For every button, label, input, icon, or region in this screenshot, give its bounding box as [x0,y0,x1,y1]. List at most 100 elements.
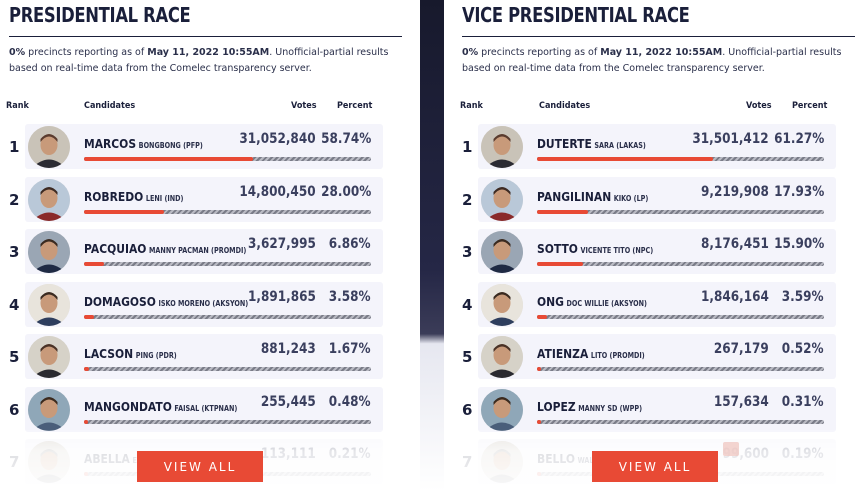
vote-count: 8,176,451 [701,236,769,252]
vote-share-fill [537,419,542,424]
view-all-button[interactable]: VIEW ALL [592,451,718,482]
candidate-last-name: PACQUIAO [84,241,147,256]
portrait-icon [481,231,523,273]
candidate-first-name-party: LITO (PROMDI) [590,351,645,360]
candidate-avatar [481,388,523,431]
portrait-icon [28,283,70,326]
vote-share-bar [84,157,371,161]
candidate-row: 5 LACSON PING (PDR) 881,243 1.67% [0,334,400,384]
candidate-avatar [481,283,523,326]
votes-header: Votes [291,101,317,111]
candidate-name: MARCOS BONGBONG (PFP) [84,133,203,152]
vote-share-fill [537,367,542,371]
candidate-row: 4 DOMAGOSO ISKO MORENO (AKSYON) 1,891,865… [0,281,400,332]
candidate-avatar [481,336,523,378]
vote-percent: 0.52% [782,341,824,357]
vote-share-bar [84,262,371,266]
vote-percent: 3.58% [329,288,371,305]
notice-date: May 11, 2022 10:55AM [147,47,270,58]
candidate-row: 1 DUTERTE SARA (LAKAS) 31,501,412 61.27% [453,124,853,174]
candidates-header: Candidates [539,101,591,111]
vote-share-bar [537,314,824,319]
candidate-row: 6 MANGONDATO FAISAL (KTPNAN) 255,445 0.48… [0,386,400,437]
rank-number: 1 [462,138,473,156]
portrait-icon [28,126,70,168]
candidate-row: 1 MARCOS BONGBONG (PFP) 31,052,840 58.74% [0,124,400,174]
candidate-row: 5 ATIENZA LITO (PROMDI) 267,179 0.52% [453,334,853,384]
vote-percent: 0.31% [782,393,824,410]
candidate-avatar [481,126,523,168]
candidate-avatar [28,231,70,273]
candidate-last-name: SOTTO [537,241,578,256]
candidate-avatar [28,126,70,168]
vote-share-bar [84,209,371,214]
candidate-name: SOTTO VICENTE TITO (NPC) [537,238,653,257]
candidate-last-name: LOPEZ [537,398,576,414]
candidate-name: PANGILINAN KIKO (LP) [537,186,648,205]
candidate-last-name: ONG [537,293,564,309]
rank-number: 4 [9,295,20,314]
candidate-last-name: MARCOS [84,136,137,151]
vote-share-fill [84,262,104,266]
race-title: PRESIDENTIAL RACE [9,3,191,27]
vote-percent: 58.74% [320,131,371,147]
reporting-notice: 0% precincts reporting as of May 11, 202… [9,45,404,77]
notice-percent: 0% [9,47,26,58]
rank-number: 3 [462,243,473,261]
candidate-card: PANGILINAN KIKO (LP) 9,219,908 17.93% [478,176,836,222]
vote-share-fill [84,419,89,424]
candidate-first-name-party: ISKO MORENO (AKSYON) [158,298,249,308]
portrait-icon [481,283,523,326]
candidate-last-name: DOMAGOSO [84,293,156,309]
candidate-avatar [481,231,523,273]
notice-percent: 0% [462,47,479,58]
vote-count: 881,243 [261,341,316,357]
vote-percent: 15.90% [773,236,824,252]
vote-share-bar [84,314,371,319]
candidate-first-name-party: BONGBONG (PFP) [138,141,203,150]
candidate-card: LOPEZ MANNY SD (WPP) 157,634 0.31% [478,386,836,432]
vote-percent: 17.93% [773,183,824,200]
candidate-avatar [481,178,523,221]
rank-number: 2 [9,190,20,209]
candidates-header: Candidates [84,101,136,111]
notice-date: May 11, 2022 10:55AM [600,47,723,58]
candidate-card: LACSON PING (PDR) 881,243 1.67% [25,334,383,379]
percent-header: Percent [792,101,828,111]
vote-share-fill [84,367,89,371]
vote-percent: 61.27% [773,131,824,147]
candidate-card: ATIENZA LITO (PROMDI) 267,179 0.52% [478,334,836,379]
title-divider [9,36,402,37]
candidate-name: DOMAGOSO ISKO MORENO (AKSYON) [84,291,248,310]
portrait-icon [28,178,70,221]
candidate-first-name-party: VICENTE TITO (NPC) [580,246,654,255]
votes-header: Votes [746,101,772,111]
image-placeholder-icon [723,442,739,456]
vote-share-bar [537,367,824,371]
vote-share-bar [84,367,371,371]
candidate-card: MARCOS BONGBONG (PFP) 31,052,840 58.74% [25,124,383,169]
portrait-icon [481,126,523,168]
vote-share-bar [537,157,824,161]
portrait-icon [28,388,70,431]
candidate-last-name: DUTERTE [537,136,592,151]
candidate-row: 6 LOPEZ MANNY SD (WPP) 157,634 0.31% [453,386,853,437]
candidate-avatar [28,336,70,378]
candidate-row: 3 PACQUIAO MANNY PACMAN (PROMDI) 3,627,99… [0,229,400,279]
rank-number: 4 [462,295,473,314]
candidate-name: ROBREDO LENI (IND) [84,186,183,205]
reporting-notice: 0% precincts reporting as of May 11, 202… [462,45,857,77]
vice-presidential-race-panel: VICE PRESIDENTIAL RACE 0% precincts repo… [453,0,864,491]
candidate-first-name-party: KIKO (LP) [613,193,649,203]
portrait-icon [28,231,70,273]
vote-count: 31,052,840 [239,131,316,147]
candidate-last-name: PANGILINAN [537,188,612,204]
candidate-row: 2 PANGILINAN KIKO (LP) 9,219,908 17.93% [453,176,853,227]
vote-share-fill [537,262,583,266]
portrait-icon [481,388,523,431]
vote-percent: 28.00% [320,183,371,200]
view-all-button[interactable]: VIEW ALL [137,451,263,482]
candidate-first-name-party: DOC WILLIE (AKSYON) [566,298,648,308]
vote-share-fill [537,157,713,161]
vote-percent: 6.86% [329,236,371,252]
